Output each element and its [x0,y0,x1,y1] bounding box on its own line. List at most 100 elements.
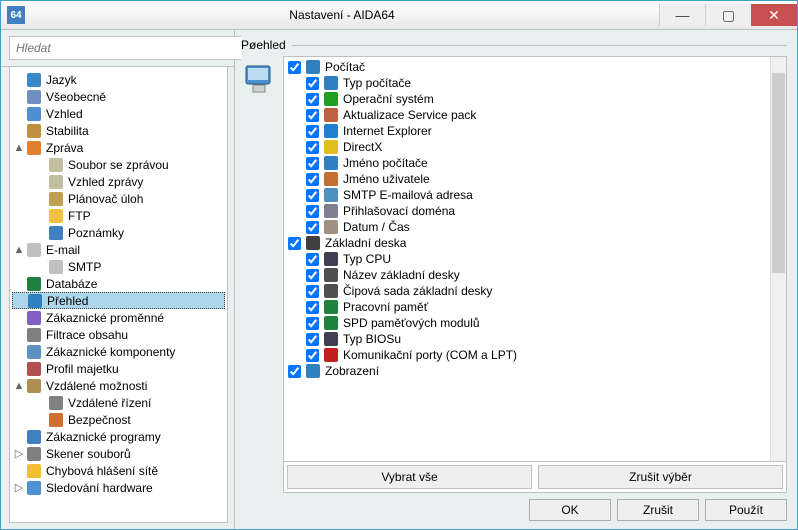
tree-item[interactable]: Databáze [12,275,225,292]
file-icon [48,157,64,173]
board-icon [323,267,339,283]
tree-item[interactable]: ▷Sledování hardware [12,479,225,496]
tree-item[interactable]: Přehled [12,292,225,309]
tree-item[interactable]: Vzhled [12,105,225,122]
cancel-button[interactable]: Zrušit [617,499,699,521]
tree-item[interactable]: FTP [12,207,225,224]
checklist[interactable]: PočítačTyp počítačeOperační systémAktual… [284,57,770,461]
checklist-item[interactable]: SPD paměťových modulů [286,315,768,331]
deselect-all-button[interactable]: Zrušit výběr [538,465,783,489]
checklist-item[interactable]: Jméno uživatele [286,171,768,187]
checklist-checkbox[interactable] [306,349,319,362]
close-button[interactable]: ✕ [751,4,797,26]
titlebar: 64 Nastavení - AIDA64 — ▢ ✕ [1,1,797,30]
checklist-item[interactable]: Aktualizace Service pack [286,107,768,123]
checklist-item[interactable]: Typ CPU [286,251,768,267]
checklist-item[interactable]: Zobrazení [286,363,768,379]
scroll-thumb[interactable] [772,73,785,273]
checklist-checkbox[interactable] [306,173,319,186]
checklist-checkbox[interactable] [306,333,319,346]
checklist-item[interactable]: Přihlašovací doména [286,203,768,219]
tree-item[interactable]: Zákaznické komponenty [12,343,225,360]
checklist-item[interactable]: SMTP E-mailová adresa [286,187,768,203]
checklist-item-label: Datum / Čas [343,220,410,234]
checklist-item[interactable]: Jméno počítače [286,155,768,171]
checklist-checkbox[interactable] [306,189,319,202]
checklist-checkbox[interactable] [306,253,319,266]
rc-icon [48,395,64,411]
checklist-checkbox[interactable] [306,109,319,122]
select-all-button[interactable]: Vybrat vše [287,465,532,489]
search-input[interactable] [9,36,241,60]
tree-item[interactable]: Poznámky [12,224,225,241]
checklist-item[interactable]: Datum / Čas [286,219,768,235]
tree-item[interactable]: Stabilita [12,122,225,139]
checklist-checkbox[interactable] [306,221,319,234]
tree-toggle[interactable]: ▲ [12,142,26,154]
info-icon [48,225,64,241]
tree-toggle[interactable]: ▲ [12,244,26,256]
checklist-checkbox[interactable] [306,125,319,138]
checklist-item[interactable]: Čipová sada základní desky [286,283,768,299]
window-controls: — ▢ ✕ [659,4,797,26]
checklist-item[interactable]: Pracovní paměť [286,299,768,315]
checklist-checkbox[interactable] [306,269,319,282]
tree-item[interactable]: ▲Vzdálené možnosti [12,377,225,394]
tree-item[interactable]: ▲Zpráva [12,139,225,156]
tree-toggle[interactable]: ▲ [12,380,26,392]
tree-item[interactable]: Vzhled zprávy [12,173,225,190]
checklist-checkbox[interactable] [288,61,301,74]
checklist-checkbox[interactable] [306,93,319,106]
tree-item[interactable]: Plánovač úloh [12,190,225,207]
checklist-checkbox[interactable] [306,317,319,330]
checklist-item[interactable]: Typ počítače [286,75,768,91]
minimize-button[interactable]: — [659,4,705,26]
ok-button[interactable]: OK [529,499,611,521]
content-area: JazykVšeobecněVzhledStabilita▲ZprávaSoub… [1,30,797,529]
scrollbar[interactable] [770,57,786,461]
checklist-item[interactable]: Komunikační porty (COM a LPT) [286,347,768,363]
checklist-item-label: Pracovní paměť [343,300,428,314]
tree-item[interactable]: Jazyk [12,71,225,88]
checklist-item[interactable]: Název základní desky [286,267,768,283]
tree-item[interactable]: SMTP [12,258,225,275]
tree-item[interactable]: ▲E-mail [12,241,225,258]
checklist-checkbox[interactable] [306,141,319,154]
nav-tree[interactable]: JazykVšeobecněVzhledStabilita▲ZprávaSoub… [9,67,228,523]
section-title: Pøehled [241,38,286,52]
checklist-item[interactable]: Operační systém [286,91,768,107]
tree-item[interactable]: Všeobecně [12,88,225,105]
tree-toggle[interactable]: ▷ [12,447,26,460]
checklist-item[interactable]: DirectX [286,139,768,155]
tree-item[interactable]: Vzdálené řízení [12,394,225,411]
directx-icon [323,139,339,155]
checklist-checkbox[interactable] [306,157,319,170]
checklist-checkbox[interactable] [288,365,301,378]
package-icon [323,107,339,123]
checklist-checkbox[interactable] [306,205,319,218]
tree-item[interactable]: Profil majetku [12,360,225,377]
tree-item[interactable]: Filtrace obsahu [12,326,225,343]
checklist-item[interactable]: Internet Explorer [286,123,768,139]
checklist-checkbox[interactable] [306,77,319,90]
checklist-checkbox[interactable] [288,237,301,250]
checklist-checkbox[interactable] [306,301,319,314]
tree-toggle[interactable]: ▷ [12,481,26,494]
maximize-button[interactable]: ▢ [705,4,751,26]
tree-item[interactable]: ▷Skener souborů [12,445,225,462]
tree-item[interactable]: Zákaznické programy [12,428,225,445]
file-icon [48,174,64,190]
checklist-item-label: Aktualizace Service pack [343,108,476,122]
dialog-buttons: OK Zrušit Použít [241,493,787,521]
checklist-item[interactable]: Počítač [286,59,768,75]
tree-item[interactable]: Bezpečnost [12,411,225,428]
tree-item[interactable]: Soubor se zprávou [12,156,225,173]
tree-item[interactable]: Zákaznické proměnné [12,309,225,326]
checklist-checkbox[interactable] [306,285,319,298]
apply-button[interactable]: Použít [705,499,787,521]
db-icon [26,276,42,292]
checklist-item-label: Typ CPU [343,252,391,266]
tree-item[interactable]: Chybová hlášení sítě [12,462,225,479]
checklist-item[interactable]: Základní deska [286,235,768,251]
checklist-item[interactable]: Typ BIOSu [286,331,768,347]
